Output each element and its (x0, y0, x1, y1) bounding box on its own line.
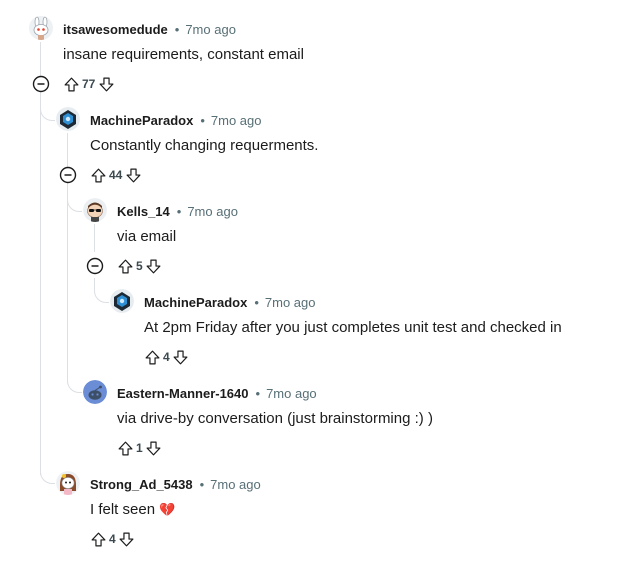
vote-score: 4 (109, 532, 116, 546)
robot-avatar-icon (56, 107, 80, 131)
comment-body: via email (117, 228, 177, 245)
downvote-arrow-icon (146, 259, 161, 273)
comment-body: Constantly changing requerments. (90, 137, 319, 154)
thread-connector (40, 96, 55, 121)
upvote-button[interactable] (89, 165, 107, 185)
comment-body: insane requirements, constant email (63, 46, 304, 63)
upvote-arrow-icon (64, 77, 78, 91)
default-snoo-avatar-icon (83, 380, 107, 404)
girl-snoo-avatar-icon (56, 471, 80, 495)
broken-heart-emoji: 💔 (159, 502, 176, 517)
avatar[interactable] (56, 107, 80, 131)
downvote-arrow-icon (173, 350, 188, 364)
meta-separator: • (176, 203, 182, 219)
meta-separator: • (199, 476, 205, 492)
avatar[interactable] (29, 16, 53, 40)
vote-score: 1 (136, 441, 143, 455)
comment-text: I felt seen (90, 501, 156, 518)
comment-time[interactable]: 7mo ago (265, 295, 316, 310)
avatar[interactable] (110, 289, 134, 313)
comment-author[interactable]: MachineParadox (144, 295, 247, 310)
thread-connector (94, 278, 109, 303)
upvote-button[interactable] (116, 438, 134, 458)
thread-connector (67, 367, 82, 393)
minus-circle-icon (86, 257, 104, 275)
upvote-button[interactable] (143, 347, 161, 367)
downvote-button[interactable] (118, 529, 136, 549)
downvote-button[interactable] (172, 347, 190, 367)
comment-time[interactable]: 7mo ago (185, 22, 236, 37)
vote-score: 5 (136, 259, 143, 273)
vote-score: 77 (82, 77, 96, 91)
comment-author[interactable]: Eastern-Manner-1640 (117, 386, 249, 401)
comment-author[interactable]: itsawesomedude (63, 22, 168, 37)
snoo-bunny-avatar-icon (29, 16, 53, 40)
collapse-button[interactable] (86, 257, 104, 275)
upvote-button[interactable] (116, 256, 134, 276)
comment-time[interactable]: 7mo ago (187, 204, 238, 219)
thread-connector (40, 458, 55, 484)
avatar[interactable] (56, 471, 80, 495)
downvote-arrow-icon (99, 77, 114, 91)
upvote-arrow-icon (145, 350, 159, 364)
avatar[interactable] (83, 198, 107, 222)
comment-time[interactable]: 7mo ago (266, 386, 317, 401)
comment-author[interactable]: Kells_14 (117, 204, 170, 219)
downvote-button[interactable] (97, 74, 115, 94)
minus-circle-icon (32, 75, 50, 93)
minus-circle-icon (59, 166, 77, 184)
downvote-arrow-icon (119, 532, 134, 546)
upvote-arrow-icon (118, 259, 132, 273)
comment-time[interactable]: 7mo ago (210, 477, 261, 492)
upvote-arrow-icon (91, 168, 105, 182)
vote-score: 44 (109, 168, 123, 182)
vote-score: 4 (163, 350, 170, 364)
downvote-button[interactable] (145, 438, 163, 458)
collapse-button[interactable] (32, 75, 50, 93)
upvote-button[interactable] (89, 529, 107, 549)
meta-separator: • (200, 112, 205, 128)
meta-separator: • (254, 294, 259, 310)
downvote-button[interactable] (145, 256, 163, 276)
upvote-arrow-icon (91, 532, 105, 546)
downvote-arrow-icon (146, 441, 161, 455)
downvote-arrow-icon (126, 168, 141, 182)
thread-connector (67, 187, 82, 212)
thread-line-level2 (94, 224, 95, 252)
comment-body: via drive-by conversation (just brainsto… (117, 410, 433, 427)
upvote-arrow-icon (118, 441, 132, 455)
meta-separator: • (174, 21, 180, 37)
comment-author[interactable]: MachineParadox (90, 113, 193, 128)
collapse-button[interactable] (59, 166, 77, 184)
robot-avatar-icon (110, 289, 134, 313)
upvote-button[interactable] (62, 74, 80, 94)
comment-time[interactable]: 7mo ago (211, 113, 262, 128)
comment-body: I felt seen 💔 (90, 500, 175, 520)
comment-author[interactable]: Strong_Ad_5438 (90, 477, 193, 492)
meta-separator: • (255, 385, 261, 401)
avatar[interactable] (83, 380, 107, 404)
downvote-button[interactable] (124, 165, 142, 185)
comment-body: At 2pm Friday after you just completes u… (144, 319, 562, 336)
sunglasses-avatar-icon (83, 198, 107, 222)
